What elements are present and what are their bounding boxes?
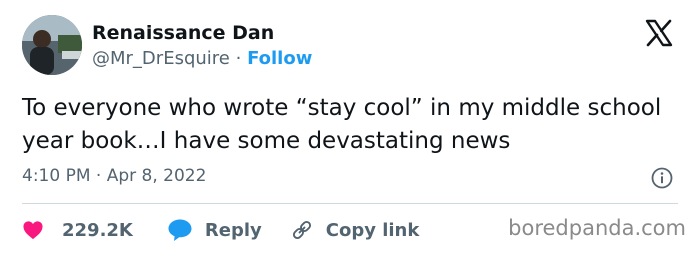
display-name[interactable]: Renaissance Dan [92,22,274,44]
divider [22,203,678,204]
link-icon [292,220,311,240]
tweet-text: To everyone who wrote “stay cool” in my … [22,95,662,154]
tweet-timestamp[interactable]: 4:10 PM · Apr 8, 2022 [22,166,206,186]
speech-bubble-icon [168,219,192,241]
copy-link-label: Copy link [325,219,420,241]
separator-dot: · [235,48,242,69]
reply-label: Reply [204,219,262,241]
author-handle-line: @Mr_DrEsquire · Follow [92,48,312,69]
info-icon[interactable] [650,166,674,190]
author-handle[interactable]: @Mr_DrEsquire [92,48,230,69]
reply-button[interactable]: Reply [167,218,262,242]
heart-icon [23,221,43,240]
copy-link-button[interactable]: Copy link [290,218,420,242]
avatar[interactable] [22,15,82,75]
watermark: boredpanda.com [508,216,686,240]
like-button[interactable]: 229.2K [22,220,133,241]
tweet-actions: 229.2K Reply Copy link [22,215,419,245]
follow-button[interactable]: Follow [247,48,312,69]
x-logo-icon[interactable] [644,18,674,48]
profile-photo-icon [22,15,82,75]
like-count: 229.2K [62,219,133,241]
